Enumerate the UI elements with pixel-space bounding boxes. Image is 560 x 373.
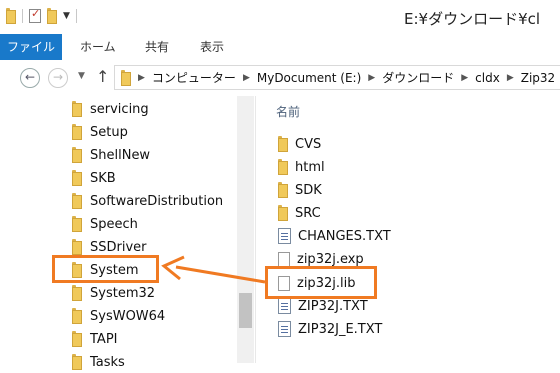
chevron-right-icon[interactable]: ▶ xyxy=(507,73,514,83)
nav-item-syswow64[interactable]: SysWOW64 xyxy=(72,305,165,327)
tab-file[interactable]: ファイル xyxy=(0,34,62,60)
file-item-label: ZIP32J.TXT xyxy=(298,298,368,314)
file-item-html[interactable]: html xyxy=(278,156,325,178)
nav-pane-scrollbar[interactable] xyxy=(237,96,254,363)
chevron-right-icon[interactable]: ▶ xyxy=(243,73,250,83)
breadcrumb-drive[interactable]: MyDocument (E:) xyxy=(257,71,361,85)
tab-share[interactable]: 共有 xyxy=(145,34,169,60)
breadcrumb-download[interactable]: ダウンロード xyxy=(382,69,454,86)
folder-icon xyxy=(72,239,82,255)
text-file-icon xyxy=(278,228,291,244)
ribbon: ファイル ホーム 共有 表示 xyxy=(0,34,560,61)
file-item-label: SRC xyxy=(295,205,321,221)
tab-home[interactable]: ホーム xyxy=(80,34,116,60)
file-item-changes-txt[interactable]: CHANGES.TXT xyxy=(278,225,391,247)
nav-item-label: SoftwareDistribution xyxy=(90,193,224,209)
nav-item-label: Speech xyxy=(90,216,138,232)
folder-icon xyxy=(278,182,288,198)
toolbar-separator xyxy=(75,9,77,23)
nav-item-label: TAPI xyxy=(90,331,118,347)
breadcrumb-computer[interactable]: コンピューター xyxy=(152,69,236,86)
folder-icon xyxy=(72,331,82,347)
file-item-label: html xyxy=(295,159,325,175)
file-item-cvs[interactable]: CVS xyxy=(278,133,321,155)
file-item-sdk[interactable]: SDK xyxy=(278,179,322,201)
file-item-label: ZIP32J_E.TXT xyxy=(298,321,383,337)
folder-icon xyxy=(72,308,82,324)
folder-icon xyxy=(121,69,131,86)
nav-item-label: Tasks xyxy=(90,354,125,370)
folder-icon xyxy=(72,101,82,117)
nav-item-speech[interactable]: Speech xyxy=(72,213,138,235)
nav-item-label: SysWOW64 xyxy=(90,308,166,324)
nav-item-tasks[interactable]: Tasks xyxy=(72,351,125,373)
nav-item-tapi[interactable]: TAPI xyxy=(72,328,118,350)
folder-icon xyxy=(72,170,82,186)
highlight-box-zip32j-lib xyxy=(265,266,377,299)
nav-item-softwaredistribution[interactable]: SoftwareDistribution xyxy=(72,190,223,212)
nav-item-label: SSDriver xyxy=(90,239,147,255)
file-list-pane: 名前 CVS html SDK SRC CHANGES.TXT zip32j.e… xyxy=(256,96,560,363)
navigation-bar: ← → ▼ ↑ ▶ コンピューター ▶ MyDocument (E:) ▶ ダウ… xyxy=(0,60,560,96)
customize-toolbar-dropdown-icon[interactable]: ▼ xyxy=(63,11,70,21)
file-icon xyxy=(278,251,290,267)
nav-item-servicing[interactable]: servicing xyxy=(72,98,149,120)
file-item-src[interactable]: SRC xyxy=(278,202,321,224)
scrollbar-thumb[interactable] xyxy=(239,293,252,328)
folder-icon xyxy=(72,354,82,370)
column-header-name[interactable]: 名前 xyxy=(276,103,300,120)
new-folder-icon[interactable] xyxy=(47,8,57,24)
folder-icon xyxy=(6,8,16,24)
quick-access-toolbar: ▼ xyxy=(6,7,77,24)
folder-icon xyxy=(72,285,82,301)
properties-icon[interactable] xyxy=(29,7,41,23)
folder-icon xyxy=(72,124,82,140)
breadcrumb-cldx[interactable]: cldx xyxy=(475,71,500,85)
nav-item-setup[interactable]: Setup xyxy=(72,121,128,143)
address-bar[interactable]: ▶ コンピューター ▶ MyDocument (E:) ▶ ダウンロード ▶ c… xyxy=(114,65,560,90)
nav-item-skb[interactable]: SKB xyxy=(72,167,116,189)
folder-icon xyxy=(72,147,82,163)
nav-item-label: SKB xyxy=(90,170,116,186)
file-item-label: CHANGES.TXT xyxy=(298,228,391,244)
back-arrow-icon[interactable]: ← xyxy=(20,68,40,88)
chevron-right-icon[interactable]: ▶ xyxy=(461,73,468,83)
file-item-zip32j-e-txt[interactable]: ZIP32J_E.TXT xyxy=(278,318,382,340)
folder-icon xyxy=(72,216,82,232)
file-item-label: SDK xyxy=(295,182,322,198)
nav-item-shellnew[interactable]: ShellNew xyxy=(72,144,150,166)
chevron-right-icon[interactable]: ▶ xyxy=(138,73,145,83)
breadcrumb-zip32[interactable]: Zip32 xyxy=(521,71,555,85)
text-file-icon xyxy=(278,321,291,337)
text-file-icon xyxy=(278,298,291,314)
nav-item-label: ShellNew xyxy=(90,147,151,163)
nav-item-system32[interactable]: System32 xyxy=(72,282,155,304)
highlight-box-system xyxy=(52,255,159,283)
forward-arrow-icon[interactable]: → xyxy=(48,68,68,88)
tab-view[interactable]: 表示 xyxy=(200,34,224,60)
window-title: E:¥ダウンロード¥cl xyxy=(404,10,541,28)
nav-item-label: System32 xyxy=(90,285,156,301)
file-item-label: CVS xyxy=(295,136,322,152)
folder-icon xyxy=(278,159,288,175)
folder-icon xyxy=(278,136,288,152)
title-bar: ▼ E:¥ダウンロード¥cl xyxy=(0,0,560,34)
folder-icon xyxy=(72,193,82,209)
nav-item-label: Setup xyxy=(90,124,128,140)
navigation-pane: servicing Setup ShellNew SKB SoftwareDis… xyxy=(0,96,255,370)
file-item-label: zip32j.exp xyxy=(297,251,364,267)
toolbar-separator xyxy=(22,9,23,23)
nav-item-label: servicing xyxy=(90,101,149,117)
folder-icon xyxy=(278,205,288,221)
recent-locations-dropdown-icon[interactable]: ▼ xyxy=(78,71,85,81)
up-arrow-icon[interactable]: ↑ xyxy=(96,67,109,86)
chevron-right-icon[interactable]: ▶ xyxy=(368,73,375,83)
